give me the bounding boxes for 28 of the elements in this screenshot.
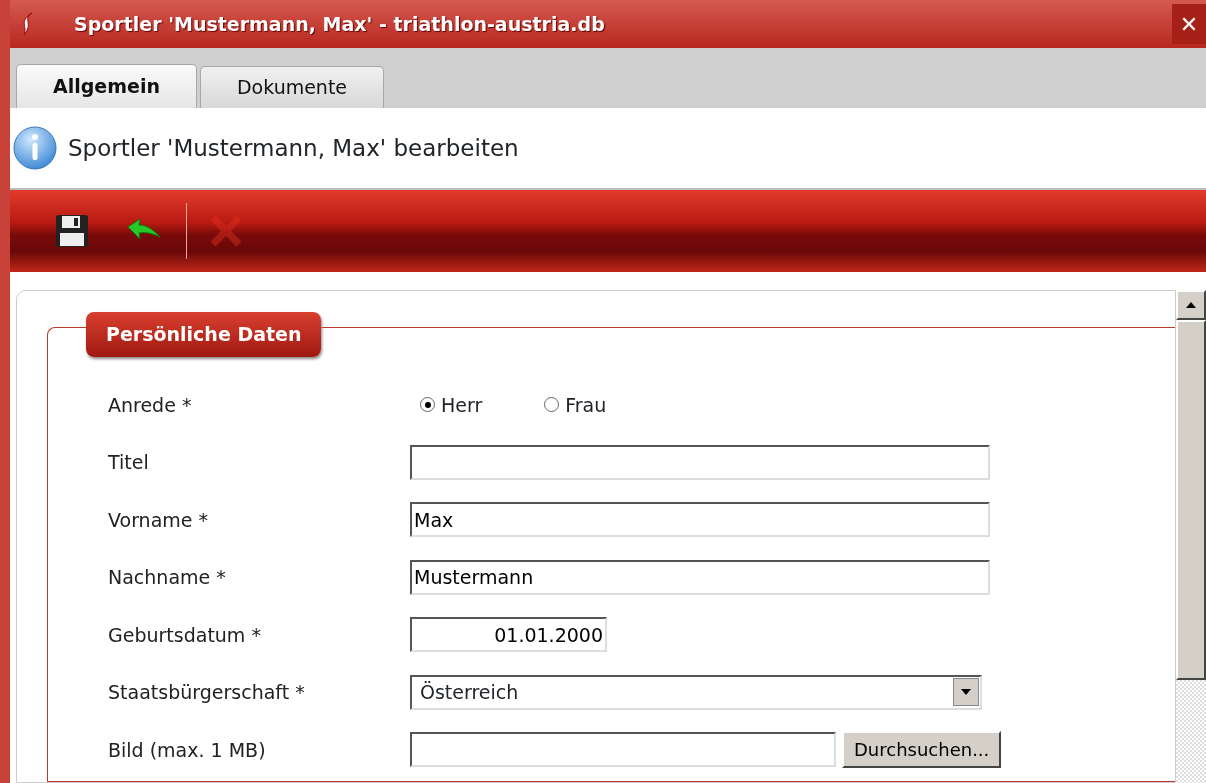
- radio-option[interactable]: Frau: [544, 390, 607, 419]
- input-field[interactable]: [410, 732, 836, 768]
- dropdown-arrow-icon: [961, 689, 971, 696]
- input-field[interactable]: Mustermann: [410, 559, 990, 595]
- delete-icon: [209, 214, 243, 248]
- field-label: Titel: [108, 450, 150, 475]
- tab[interactable]: Dokumente: [199, 66, 385, 108]
- save-icon: [54, 213, 90, 249]
- page-heading: Sportler 'Mustermann, Max' bearbeiten: [68, 133, 519, 163]
- input-field[interactable]: [410, 444, 990, 480]
- browse-button[interactable]: Durchsuchen...: [842, 731, 1002, 769]
- info-icon: [12, 125, 58, 171]
- window-title: Sportler 'Mustermann, Max' - triathlon-austria.db: [74, 11, 606, 37]
- select-field[interactable]: Österreich: [410, 674, 982, 710]
- radio-option[interactable]: Herr: [420, 390, 483, 419]
- input-field[interactable]: Max: [410, 502, 990, 538]
- field-label: Bild (max. 1 MB): [108, 737, 267, 763]
- scrollbar[interactable]: [1176, 290, 1206, 783]
- scroll-up-icon: [1186, 302, 1196, 308]
- section-title: Persönliche Daten: [86, 312, 322, 357]
- field-label: Staatsbürgerschaft *: [108, 680, 306, 705]
- field-label: Anrede *: [108, 392, 193, 418]
- field-label: Geburtsdatum *: [108, 622, 262, 648]
- close-button[interactable]: ✕: [1172, 4, 1206, 44]
- tab[interactable]: Allgemein: [16, 64, 197, 108]
- field-label: Vorname *: [108, 507, 210, 533]
- field-label: Nachname *: [108, 565, 227, 590]
- input-field[interactable]: 01.01.2000: [410, 617, 607, 653]
